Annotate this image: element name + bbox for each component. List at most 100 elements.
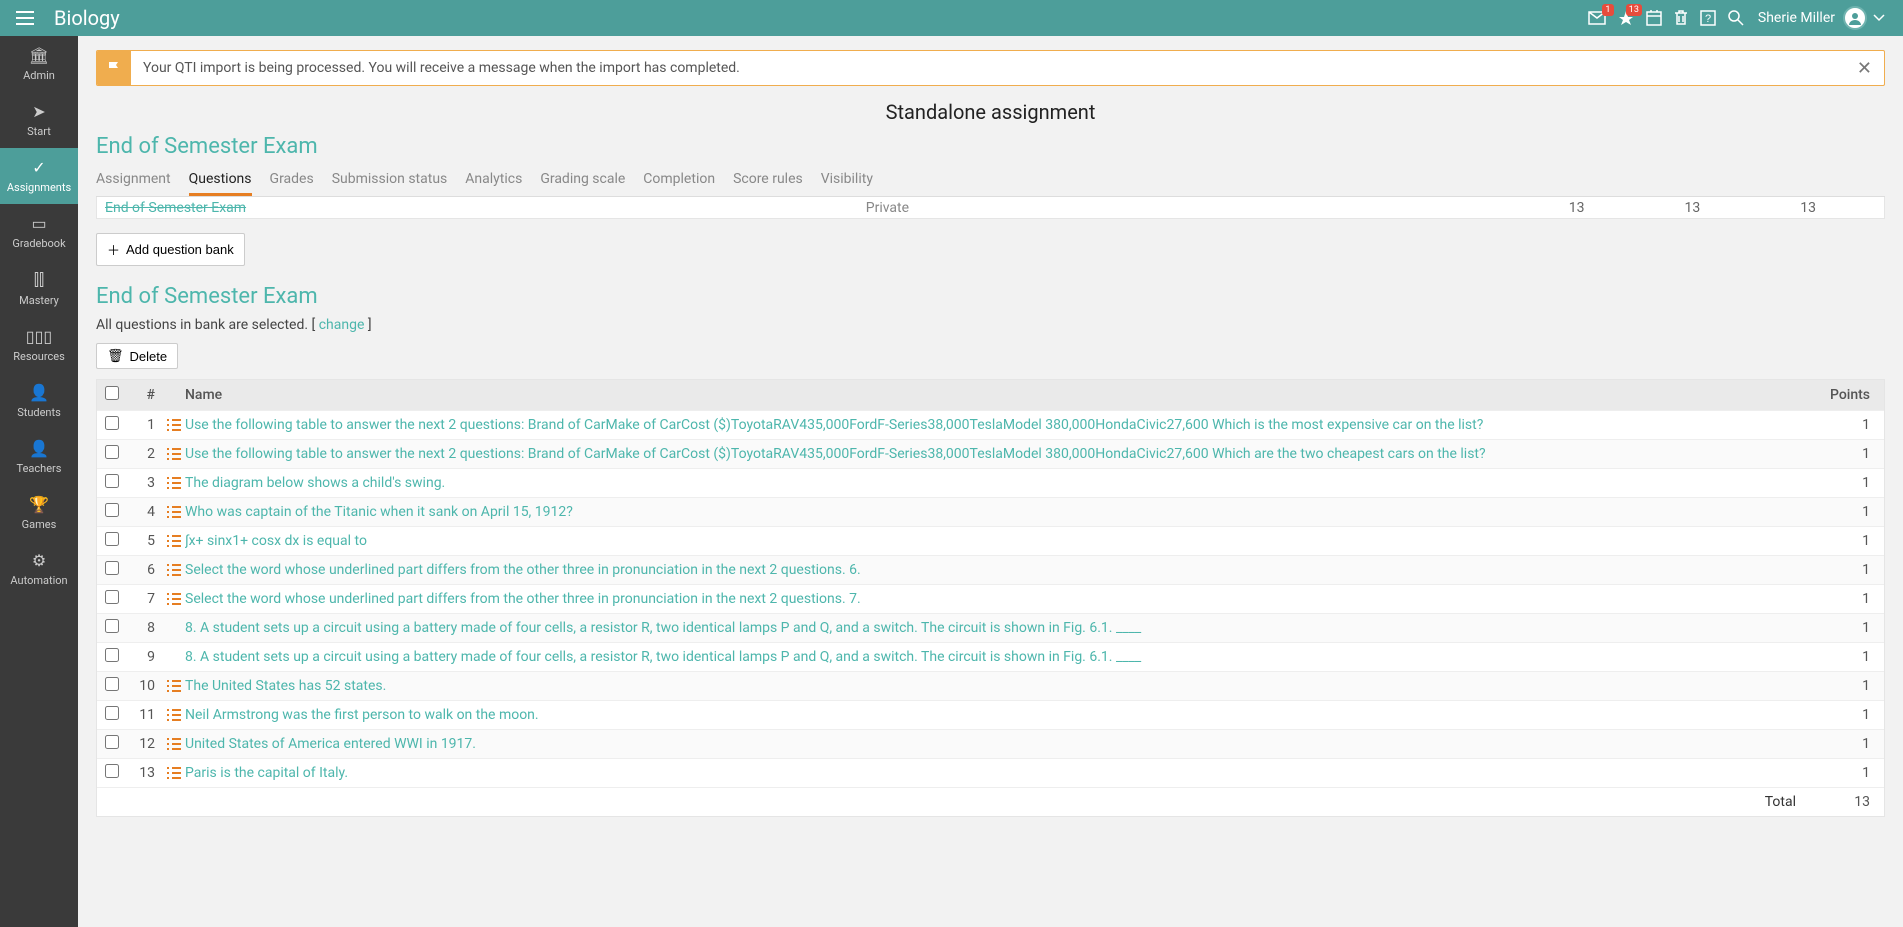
delete-button[interactable]: 🗑 Delete: [96, 343, 178, 369]
table-row: 12 United States of America entered WWI i…: [97, 729, 1884, 758]
table-total-row: Total 13: [97, 787, 1884, 816]
tab-visibility[interactable]: Visibility: [821, 165, 873, 196]
avatar[interactable]: [1843, 6, 1867, 30]
row-checkbox[interactable]: [105, 590, 119, 604]
sidebar-item-gradebook[interactable]: ▭Gradebook: [0, 204, 78, 260]
row-checkbox[interactable]: [105, 735, 119, 749]
tab-grading-scale[interactable]: Grading scale: [540, 165, 625, 196]
row-points: 1: [1816, 417, 1876, 433]
sidebar-item-mastery[interactable]: ⫿⫿Mastery: [0, 260, 78, 317]
inbox-icon[interactable]: 1: [1588, 10, 1606, 26]
sidebar-item-resources[interactable]: ▯▯▯Resources: [0, 317, 78, 373]
tab-submission-status[interactable]: Submission status: [332, 165, 448, 196]
bank-link[interactable]: End of Semester Exam: [105, 200, 246, 216]
page-subtitle: Standalone assignment: [96, 100, 1885, 124]
resources-icon: ▯▯▯: [26, 327, 52, 346]
question-type-icon: [167, 564, 181, 576]
row-checkbox[interactable]: [105, 561, 119, 575]
user-name[interactable]: Sherie Miller: [1758, 10, 1835, 26]
question-type-icon: [167, 448, 181, 460]
question-link[interactable]: Neil Armstrong was the first person to w…: [185, 707, 1816, 723]
row-checkbox[interactable]: [105, 532, 119, 546]
row-points: 1: [1816, 736, 1876, 752]
row-num: 5: [133, 533, 163, 549]
sidebar-item-games[interactable]: 🏆Games: [0, 485, 78, 541]
row-checkbox[interactable]: [105, 619, 119, 633]
row-points: 1: [1816, 446, 1876, 462]
alert-banner: Your QTI import is being processed. You …: [96, 50, 1885, 86]
teachers-icon: 👤: [29, 439, 49, 458]
change-link[interactable]: change: [319, 317, 365, 333]
calendar-icon[interactable]: [1646, 10, 1662, 26]
sidebar-item-admin[interactable]: 🏛Admin: [0, 36, 78, 92]
tab-analytics[interactable]: Analytics: [465, 165, 522, 196]
row-points: 1: [1816, 649, 1876, 665]
sidebar-item-start[interactable]: ➤Start: [0, 92, 78, 148]
row-checkbox[interactable]: [105, 677, 119, 691]
sidebar-label: Teachers: [17, 462, 62, 475]
sidebar-item-teachers[interactable]: 👤 Teachers: [0, 429, 78, 485]
section-title: End of Semester Exam: [96, 134, 1885, 159]
bank-privacy: Private: [866, 200, 909, 216]
row-checkbox[interactable]: [105, 416, 119, 430]
table-row: 13Paris is the capital of Italy.1: [97, 758, 1884, 787]
table-row: 98. A student sets up a circuit using a …: [97, 642, 1884, 671]
sidebar-item-automation[interactable]: ⚙Automation: [0, 541, 78, 597]
tab-score-rules[interactable]: Score rules: [733, 165, 803, 196]
select-all-checkbox[interactable]: [105, 386, 119, 400]
sidebar-label: Start: [27, 125, 51, 138]
question-link[interactable]: Use the following table to answer the ne…: [185, 417, 1816, 433]
row-num: 8: [133, 620, 163, 636]
alert-close-button[interactable]: ✕: [1845, 58, 1884, 79]
row-checkbox[interactable]: [105, 474, 119, 488]
question-type-icon: [167, 477, 181, 489]
row-num: 1: [133, 417, 163, 433]
question-link[interactable]: The United States has 52 states.: [185, 678, 1816, 694]
table-row: 11Neil Armstrong was the first person to…: [97, 700, 1884, 729]
sidebar-label: Gradebook: [12, 237, 65, 250]
row-checkbox[interactable]: [105, 764, 119, 778]
question-type-icon: [167, 651, 181, 663]
add-question-bank-button[interactable]: ＋ Add question bank: [96, 233, 245, 266]
row-num: 10: [133, 678, 163, 694]
help-icon[interactable]: ?: [1700, 10, 1716, 26]
row-num: 12: [133, 736, 163, 752]
row-checkbox[interactable]: [105, 706, 119, 720]
question-link[interactable]: Select the word whose underlined part di…: [185, 591, 1816, 607]
question-link[interactable]: The diagram below shows a child's swing.: [185, 475, 1816, 491]
bank-subtext: All questions in bank are selected. [ ch…: [96, 317, 1885, 333]
user-menu-chevron-icon[interactable]: [1873, 14, 1885, 22]
question-type-icon: [167, 622, 181, 634]
menu-icon[interactable]: [12, 7, 38, 29]
row-checkbox[interactable]: [105, 503, 119, 517]
question-link[interactable]: 8. A student sets up a circuit using a b…: [185, 620, 1816, 636]
tab-grades[interactable]: Grades: [270, 165, 314, 196]
tab-questions[interactable]: Questions: [189, 165, 252, 196]
question-link[interactable]: Who was captain of the Titanic when it s…: [185, 504, 1816, 520]
question-link[interactable]: 8. A student sets up a circuit using a b…: [185, 649, 1816, 665]
col-name: Name: [185, 387, 1816, 403]
row-points: 1: [1816, 765, 1876, 781]
question-link[interactable]: ∫x+ sinx1+ cosx dx is equal to: [185, 533, 1816, 549]
mastery-icon: ⫿⫿: [34, 270, 44, 290]
trash-icon[interactable]: [1674, 10, 1688, 26]
row-checkbox[interactable]: [105, 648, 119, 662]
question-link[interactable]: United States of America entered WWI in …: [185, 736, 1816, 752]
svg-text:?: ?: [1705, 13, 1711, 25]
search-icon[interactable]: [1728, 10, 1744, 26]
table-row: 5∫x+ sinx1+ cosx dx is equal to1: [97, 526, 1884, 555]
question-link[interactable]: Paris is the capital of Italy.: [185, 765, 1816, 781]
question-link[interactable]: Select the word whose underlined part di…: [185, 562, 1816, 578]
tab-assignment[interactable]: Assignment: [96, 165, 171, 196]
row-num: 7: [133, 591, 163, 607]
notifications-icon[interactable]: 13: [1618, 10, 1634, 26]
question-type-icon: [167, 419, 181, 431]
total-value: 13: [1816, 794, 1876, 810]
row-checkbox[interactable]: [105, 445, 119, 459]
table-row: 10The United States has 52 states.1: [97, 671, 1884, 700]
sidebar-item-students[interactable]: 👤Students: [0, 373, 78, 429]
tab-completion[interactable]: Completion: [643, 165, 715, 196]
question-link[interactable]: Use the following table to answer the ne…: [185, 446, 1816, 462]
admin-icon: 🏛: [29, 46, 49, 65]
sidebar-item-assignments[interactable]: ✓Assignments: [0, 148, 78, 204]
